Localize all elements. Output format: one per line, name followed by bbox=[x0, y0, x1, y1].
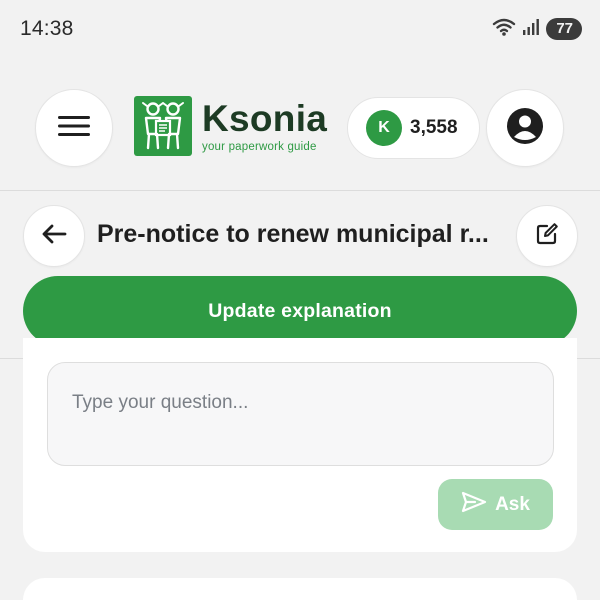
brand-logo[interactable]: Ksonia your paperwork guide bbox=[134, 96, 327, 156]
update-explanation-button[interactable]: Update explanation bbox=[23, 276, 577, 346]
menu-button[interactable] bbox=[35, 89, 113, 167]
profile-icon bbox=[506, 107, 544, 150]
question-input[interactable]: Type your question... bbox=[47, 362, 554, 466]
document-title: Pre-notice to renew municipal r... bbox=[97, 220, 489, 248]
profile-button[interactable] bbox=[486, 89, 564, 167]
header-divider bbox=[0, 190, 600, 191]
send-icon bbox=[461, 491, 487, 519]
points-badge-icon: K bbox=[366, 110, 402, 146]
status-time: 14:38 bbox=[20, 17, 74, 40]
edit-button[interactable] bbox=[516, 205, 578, 267]
brand-tagline: your paperwork guide bbox=[202, 140, 317, 153]
brand-name: Ksonia bbox=[202, 97, 328, 139]
edit-icon bbox=[535, 222, 559, 251]
ask-label: Ask bbox=[495, 493, 530, 515]
wifi-icon bbox=[492, 17, 516, 42]
signal-icon bbox=[522, 17, 540, 42]
status-bar: 14:38 77 bbox=[0, 0, 600, 58]
points-balance[interactable]: K 3,558 bbox=[347, 97, 480, 159]
logo-mark-icon bbox=[134, 96, 192, 156]
arrow-left-icon bbox=[41, 223, 67, 250]
app-header: Ksonia your paperwork guide K 3,558 bbox=[0, 58, 600, 190]
points-value: 3,558 bbox=[410, 117, 458, 138]
back-button[interactable] bbox=[23, 205, 85, 267]
next-section-card bbox=[23, 578, 577, 600]
status-icons: 77 bbox=[492, 17, 582, 42]
battery-icon: 77 bbox=[546, 18, 582, 40]
ask-button[interactable]: Ask bbox=[438, 479, 553, 530]
menu-icon bbox=[58, 115, 90, 142]
